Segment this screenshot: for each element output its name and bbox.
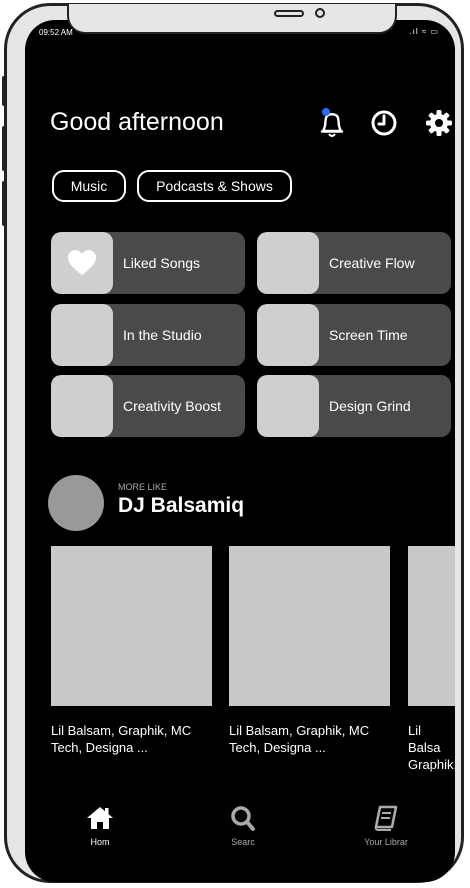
camera xyxy=(315,8,325,18)
tile-label: In the Studio xyxy=(123,327,202,343)
speaker xyxy=(274,10,304,17)
tile-thumbnail xyxy=(257,304,319,366)
tile-screen-time[interactable]: Screen Time xyxy=(257,304,451,366)
artist-name[interactable]: DJ Balsamiq xyxy=(118,494,244,518)
nav-label: Searc xyxy=(231,837,255,847)
tile-thumbnail xyxy=(51,375,113,437)
nav-home[interactable]: Hom xyxy=(50,805,150,847)
tile-label: Creative Flow xyxy=(329,255,415,271)
tile-creative-flow[interactable]: Creative Flow xyxy=(257,232,451,294)
nav-your-library[interactable]: Your Librar xyxy=(336,805,436,847)
side-button xyxy=(2,76,7,106)
chip-music[interactable]: Music xyxy=(52,170,126,202)
tile-thumbnail xyxy=(257,375,319,437)
history-icon[interactable] xyxy=(367,106,401,140)
tile-label: Liked Songs xyxy=(123,255,201,271)
playlist-card-image[interactable] xyxy=(51,546,212,706)
phone-frame: 09:52 AM .ıl ≈ ▭ Good afternoon Music Po… xyxy=(2,3,464,883)
chip-podcasts-shows[interactable]: Podcasts & Shows xyxy=(137,170,292,202)
page-title: Good afternoon xyxy=(50,108,224,136)
bell-icon[interactable] xyxy=(315,106,349,140)
tile-design-grind[interactable]: Design Grind xyxy=(257,375,451,437)
playlist-card-image[interactable] xyxy=(229,546,390,706)
playlist-card-text: Lil Balsa Graphik, Designa xyxy=(408,723,455,772)
tile-thumbnail xyxy=(257,232,319,294)
phone-notch xyxy=(67,4,397,34)
nav-label: Your Librar xyxy=(364,837,408,847)
tile-thumbnail xyxy=(51,304,113,366)
tile-thumbnail xyxy=(51,232,113,294)
tile-label: Screen Time xyxy=(329,327,408,343)
tile-in-the-studio[interactable]: In the Studio xyxy=(51,304,245,366)
home-icon xyxy=(87,807,113,829)
volume-down-button xyxy=(2,181,7,226)
heart-icon xyxy=(68,250,96,275)
more-like-label: MORE LIKE xyxy=(118,482,168,492)
search-icon xyxy=(231,806,255,831)
artist-avatar[interactable] xyxy=(48,475,104,531)
tile-label: Creativity Boost xyxy=(123,398,222,414)
tile-liked-songs[interactable]: Liked Songs xyxy=(51,232,245,294)
nav-search[interactable]: Searc xyxy=(193,805,293,847)
nav-label: Hom xyxy=(90,837,110,847)
playlist-card-text: Lil Balsam, Graphik, MC Tech, Designa ..… xyxy=(51,723,192,755)
volume-up-button xyxy=(2,126,7,171)
library-icon xyxy=(374,805,398,831)
status-icons: .ıl ≈ ▭ xyxy=(409,27,439,36)
gear-icon[interactable] xyxy=(422,106,455,140)
tile-creativity-boost[interactable]: Creativity Boost xyxy=(51,375,245,437)
screen: 09:52 AM .ıl ≈ ▭ Good afternoon Music Po… xyxy=(25,20,455,882)
status-time: 09:52 AM xyxy=(39,28,73,37)
playlist-card-text: Lil Balsam, Graphik, MC Tech, Designa ..… xyxy=(229,723,370,755)
playlist-card-image[interactable] xyxy=(408,546,455,706)
tile-label: Design Grind xyxy=(329,398,411,414)
